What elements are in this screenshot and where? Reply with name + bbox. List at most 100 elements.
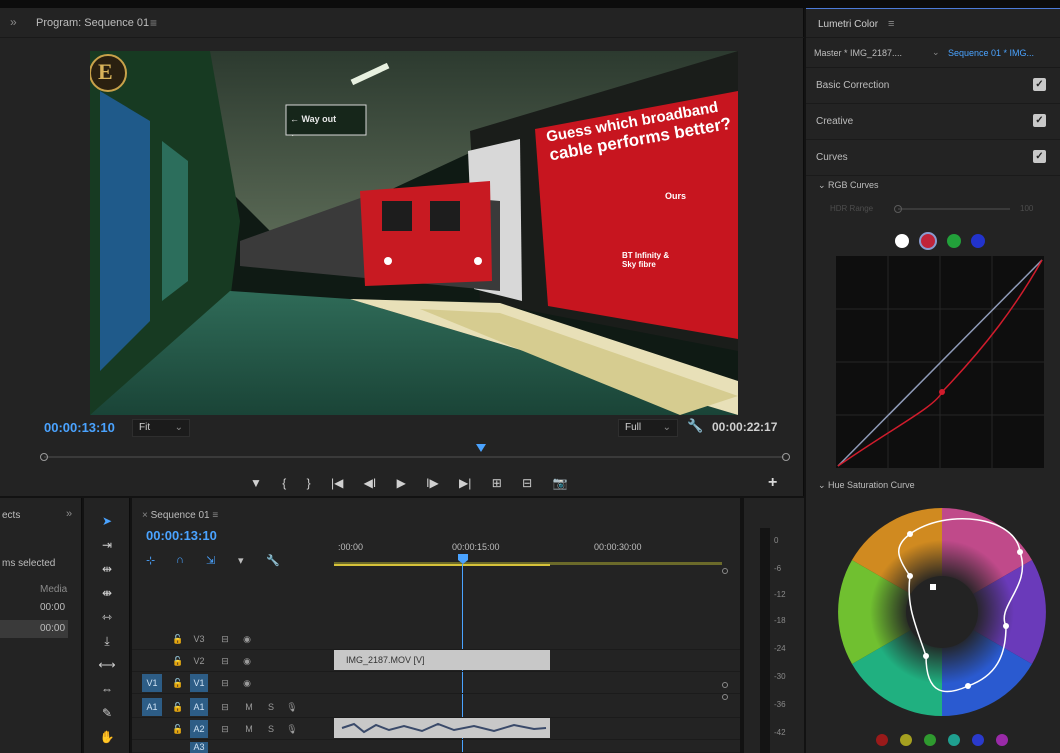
mark-out-button[interactable]: } xyxy=(307,476,311,490)
microphone-icon[interactable]: 🎙 xyxy=(286,720,298,738)
rgb-curves-header[interactable]: ⌄ RGB Curves xyxy=(818,180,879,191)
program-video-frame[interactable]: E ← Way out Guess which broadband cable … xyxy=(90,51,738,415)
panel-expand-icon[interactable]: » xyxy=(66,508,72,520)
rgb-curve-graph[interactable] xyxy=(836,256,1044,468)
eye-icon[interactable]: ◉ xyxy=(240,674,254,692)
cyan-swatch-button[interactable] xyxy=(948,734,960,746)
add-marker-icon[interactable]: ▾ xyxy=(238,554,244,567)
microphone-icon[interactable]: 🎙 xyxy=(286,698,298,716)
step-forward-button[interactable]: I▶ xyxy=(426,476,439,490)
white-channel-button[interactable] xyxy=(895,234,909,248)
checkbox-icon[interactable]: ✓ xyxy=(1033,150,1046,163)
eye-icon[interactable]: ◉ xyxy=(240,652,254,670)
mute-icon[interactable]: M xyxy=(244,720,254,738)
timeline-timecode[interactable]: 00:00:13:10 xyxy=(146,528,217,543)
snap-magnet-icon[interactable]: ∩ xyxy=(176,554,184,566)
audio-clip[interactable] xyxy=(334,718,550,738)
linked-selection-icon[interactable]: ⇲ xyxy=(206,554,215,567)
resolution-dropdown[interactable]: Full ⌄ xyxy=(618,419,678,437)
sync-lock-icon[interactable]: ⊟ xyxy=(218,698,232,716)
slip-tool-icon[interactable]: ⟷ xyxy=(96,658,118,678)
source-patch-a1[interactable]: A1 xyxy=(142,698,162,716)
lock-icon[interactable]: 🔓 xyxy=(172,630,184,648)
list-item[interactable]: 00:00 xyxy=(40,623,65,634)
mute-icon[interactable]: M xyxy=(244,698,254,716)
panel-menu-icon[interactable]: ≡ xyxy=(150,16,157,30)
lift-button[interactable]: ⊞ xyxy=(492,476,502,490)
creative-section[interactable]: Creative ✓ xyxy=(806,104,1060,140)
playhead-icon[interactable] xyxy=(476,444,486,452)
selection-tool-icon[interactable]: ➤ xyxy=(96,514,118,534)
track-label[interactable]: A2 xyxy=(190,720,208,738)
checkbox-icon[interactable]: ✓ xyxy=(1033,78,1046,91)
track-label[interactable]: A3 xyxy=(190,742,208,753)
lumetri-title[interactable]: Lumetri Color xyxy=(818,19,878,30)
go-to-in-button[interactable]: |◀ xyxy=(331,476,343,490)
yellow-swatch-button[interactable] xyxy=(900,734,912,746)
pen-tool-icon[interactable]: ✎ xyxy=(96,706,118,726)
sync-lock-icon[interactable]: ⊟ xyxy=(218,720,232,738)
solo-icon[interactable]: S xyxy=(266,698,276,716)
play-button[interactable]: ▶ xyxy=(397,476,406,490)
button-editor-add-button[interactable]: + xyxy=(768,474,777,492)
scroll-handle[interactable] xyxy=(722,682,728,688)
lock-icon[interactable]: 🔓 xyxy=(172,674,184,692)
mark-in-button[interactable]: { xyxy=(282,476,286,490)
green-channel-button[interactable] xyxy=(947,234,961,248)
hue-saturation-header[interactable]: ⌄ Hue Saturation Curve xyxy=(818,480,915,491)
magenta-swatch-button[interactable] xyxy=(996,734,1008,746)
nest-toggle-icon[interactable]: ⊹ xyxy=(146,554,155,567)
track-label[interactable]: V1 xyxy=(190,674,208,692)
extract-button[interactable]: ⊟ xyxy=(522,476,532,490)
panel-menu-icon[interactable]: ≡ xyxy=(888,18,894,30)
red-swatch-button[interactable] xyxy=(876,734,888,746)
blue-swatch-button[interactable] xyxy=(972,734,984,746)
program-title[interactable]: Program: Sequence 01 xyxy=(36,17,149,29)
in-point-handle[interactable] xyxy=(40,453,48,461)
sync-lock-icon[interactable]: ⊟ xyxy=(218,652,232,670)
ripple-edit-tool-icon[interactable]: ⇹ xyxy=(96,562,118,582)
rate-stretch-tool-icon[interactable]: ⇿ xyxy=(96,610,118,630)
video-clip[interactable]: IMG_2187.MOV [V] xyxy=(334,650,550,670)
chevron-down-icon[interactable]: ⌄ xyxy=(932,47,940,58)
step-back-button[interactable]: ◀I xyxy=(364,476,377,490)
scroll-handle[interactable] xyxy=(722,568,728,574)
panel-expand-icon[interactable]: » xyxy=(10,15,17,29)
timeline-scrubber[interactable] xyxy=(40,444,790,464)
panel-title[interactable]: ects xyxy=(2,510,20,521)
settings-wrench-icon[interactable]: 🔧 xyxy=(687,418,703,434)
hand-tool-icon[interactable]: ✋ xyxy=(96,730,118,750)
track-label[interactable]: V3 xyxy=(190,630,208,648)
hdr-range-slider[interactable] xyxy=(898,208,1010,210)
lock-icon[interactable]: 🔓 xyxy=(172,652,184,670)
checkbox-icon[interactable]: ✓ xyxy=(1033,114,1046,127)
rolling-edit-tool-icon[interactable]: ⇼ xyxy=(96,586,118,606)
sequence-clip-tab[interactable]: Sequence 01 * IMG... xyxy=(948,48,1034,58)
lock-icon[interactable]: 🔓 xyxy=(172,698,184,716)
current-timecode[interactable]: 00:00:13:10 xyxy=(44,420,115,435)
sync-lock-icon[interactable]: ⊟ xyxy=(218,630,232,648)
zoom-dropdown[interactable]: Fit ⌄ xyxy=(132,419,190,437)
track-label[interactable]: V2 xyxy=(190,652,208,670)
go-to-out-button[interactable]: ▶| xyxy=(459,476,471,490)
basic-correction-section[interactable]: Basic Correction ✓ xyxy=(806,68,1060,104)
red-channel-button[interactable] xyxy=(919,232,937,250)
settings-wrench-icon[interactable]: 🔧 xyxy=(266,554,280,567)
add-marker-button[interactable]: ▼ xyxy=(250,476,262,490)
media-column-header[interactable]: Media xyxy=(40,584,67,595)
green-swatch-button[interactable] xyxy=(924,734,936,746)
export-frame-camera-icon[interactable]: 📷 xyxy=(553,476,568,490)
hue-saturation-wheel[interactable] xyxy=(836,506,1048,718)
razor-tool-icon[interactable]: ⤓ xyxy=(96,634,118,654)
blue-channel-button[interactable] xyxy=(971,234,985,248)
eye-icon[interactable]: ◉ xyxy=(240,630,254,648)
slide-tool-icon[interactable]: ⇔ xyxy=(96,682,118,702)
hdr-range-handle[interactable] xyxy=(894,205,902,213)
out-point-handle[interactable] xyxy=(782,453,790,461)
source-patch-v1[interactable]: V1 xyxy=(142,674,162,692)
curves-section[interactable]: Curves ✓ xyxy=(806,140,1060,176)
list-item[interactable]: 00:00 xyxy=(40,602,65,613)
sync-lock-icon[interactable]: ⊟ xyxy=(218,674,232,692)
track-select-tool-icon[interactable]: ⇥ xyxy=(96,538,118,558)
master-clip-tab[interactable]: Master * IMG_2187.... xyxy=(814,48,902,58)
